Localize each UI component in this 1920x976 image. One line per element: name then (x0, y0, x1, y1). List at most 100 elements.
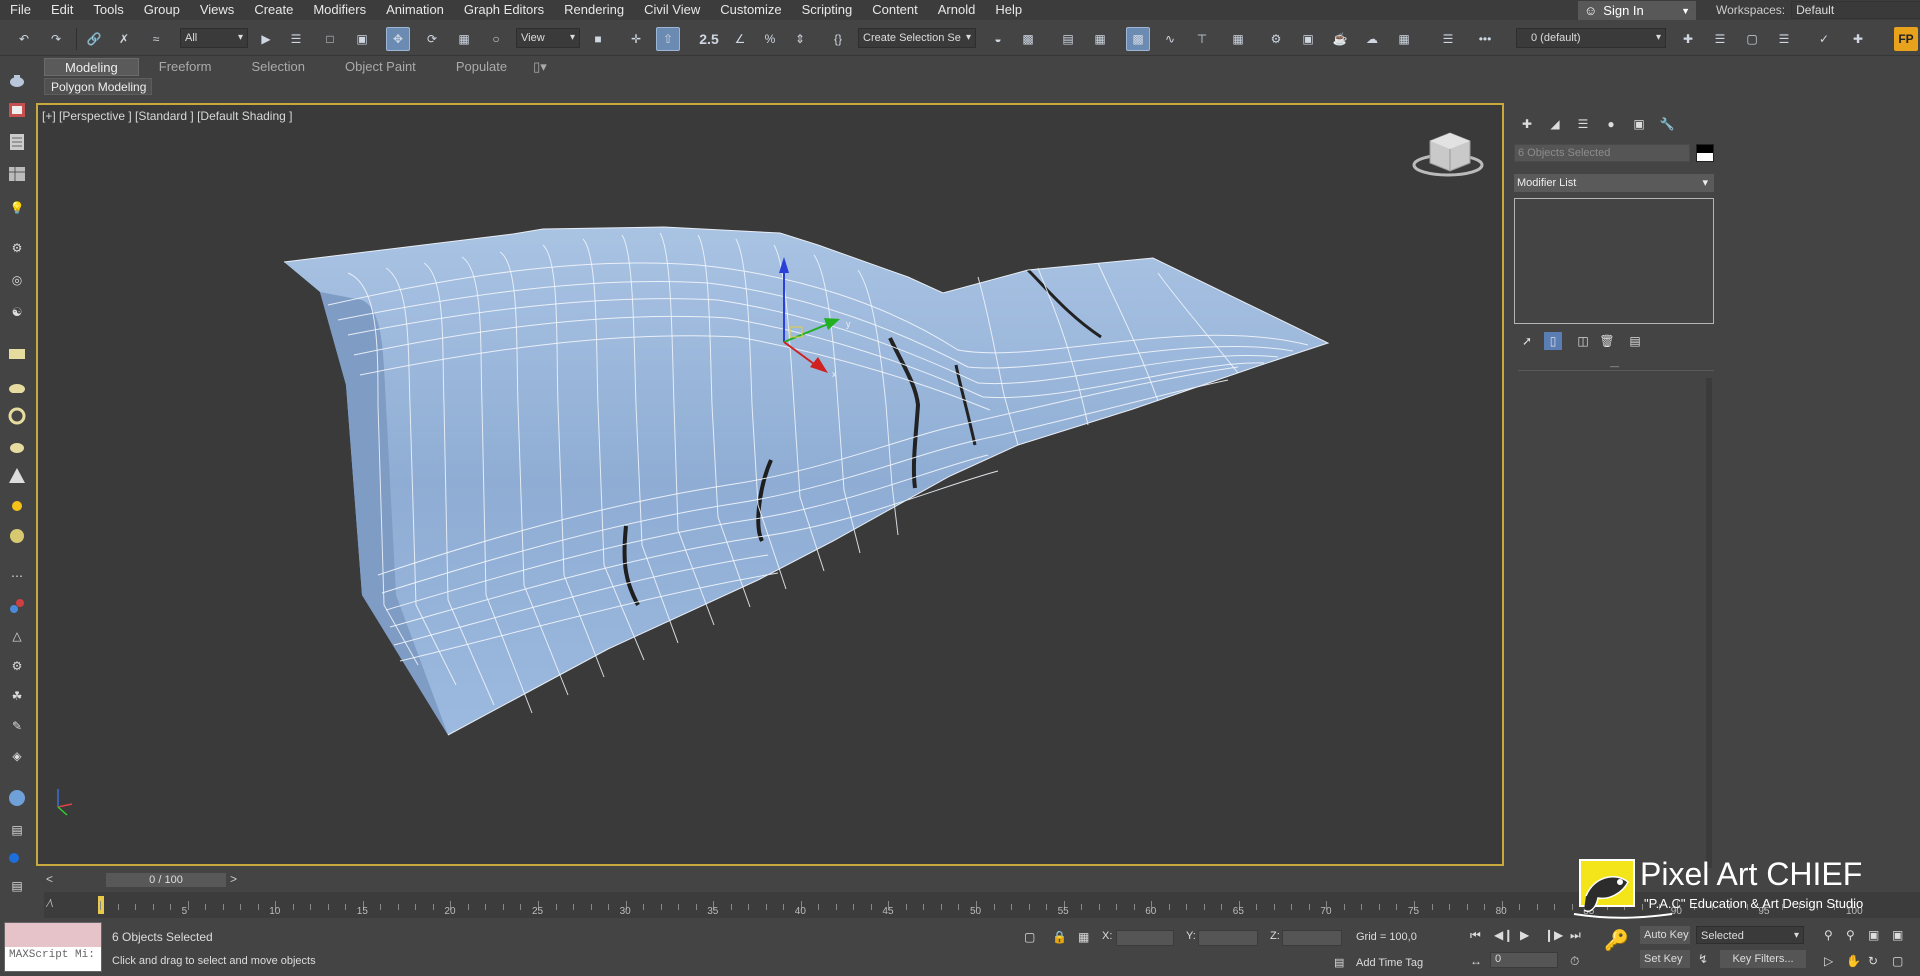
hierarchy-tab-icon[interactable]: ☰ (1572, 113, 1594, 135)
create-tab-icon[interactable]: ✚ (1516, 113, 1538, 135)
render-frame-icon[interactable] (5, 98, 29, 122)
menu-rendering[interactable]: Rendering (554, 0, 634, 20)
menu-scripting[interactable]: Scripting (792, 0, 863, 20)
make-unique-icon[interactable]: ◫ (1574, 332, 1592, 350)
menu-arnold[interactable]: Arnold (928, 0, 986, 20)
torus-icon[interactable] (5, 404, 29, 428)
time-marker[interactable] (98, 896, 104, 914)
keyboard-shortcut-override-icon[interactable]: ⇧ (656, 27, 680, 51)
render-production-icon[interactable]: ☕ (1328, 27, 1352, 51)
current-frame-field[interactable]: 0 (1490, 952, 1558, 968)
select-move-icon[interactable]: ✥ (386, 27, 410, 51)
redo-icon[interactable]: ↷ (44, 27, 68, 51)
menu-animation[interactable]: Animation (376, 0, 454, 20)
remove-modifier-icon[interactable]: 🗑 (1598, 332, 1616, 350)
menu-content[interactable]: Content (862, 0, 928, 20)
menu-views[interactable]: Views (190, 0, 244, 20)
geosphere-icon[interactable] (5, 524, 29, 548)
terrain-mesh[interactable] (283, 226, 1330, 736)
layer-toggles-icon[interactable]: ••• (1466, 27, 1504, 51)
menu-file[interactable]: File (0, 0, 41, 20)
zoom-icon[interactable]: ⚲ (1824, 928, 1833, 942)
motion-tab-icon[interactable]: ● (1600, 113, 1622, 135)
previous-frame-icon[interactable]: ◀❙ (1494, 928, 1513, 942)
export-icon[interactable]: ▤ (5, 818, 29, 842)
zoom-all-icon[interactable]: ⚲ (1846, 928, 1855, 942)
tab-modeling[interactable]: Modeling (44, 58, 139, 76)
time-tag-icon[interactable]: ▤ (1334, 956, 1344, 969)
mesh-icon[interactable]: △ (5, 624, 29, 648)
select-object-icon[interactable]: ▶ (254, 27, 278, 51)
key-mode-toggle-icon[interactable]: ↔ (1470, 954, 1482, 968)
sphere-icon[interactable] (5, 374, 29, 398)
object-name-field[interactable]: 6 Objects Selected (1514, 144, 1690, 162)
lock-selection-icon[interactable]: 🔒 (1052, 930, 1067, 944)
mirror-icon[interactable]: ◒ (986, 27, 1010, 51)
menu-tools[interactable]: Tools (83, 0, 133, 20)
render-setup-icon[interactable]: ⚙ (1264, 27, 1288, 51)
unlink-icon[interactable]: ✗ (112, 27, 136, 51)
material-sphere-icon[interactable] (5, 786, 29, 810)
play-icon[interactable]: ▶ (1520, 928, 1529, 942)
menu-customize[interactable]: Customize (710, 0, 791, 20)
edit-named-selection-icon[interactable]: {} (826, 27, 850, 51)
schematic-view-icon[interactable]: ⊤ (1190, 27, 1214, 51)
toggle-ribbon-icon[interactable]: ▩ (1126, 27, 1150, 51)
grass-icon[interactable]: ☘ (5, 684, 29, 708)
menu-modifiers[interactable]: Modifiers (303, 0, 376, 20)
extra-tools-icon[interactable]: ✚ (1846, 27, 1870, 51)
select-in-layer-icon[interactable]: ▢ (1740, 27, 1764, 51)
box-icon[interactable] (5, 342, 29, 366)
modify-tab-icon[interactable]: ◢ (1544, 113, 1566, 135)
viewport-tools-icon[interactable]: ✓ (1812, 27, 1836, 51)
tab-populate[interactable]: Populate (436, 58, 527, 76)
display-tab-icon[interactable]: ▣ (1628, 113, 1650, 135)
select-by-name-icon[interactable]: ☰ (284, 27, 308, 51)
light-bulb-icon[interactable]: 💡 (5, 196, 29, 220)
snail-icon[interactable]: ◈ (5, 744, 29, 768)
zoom-extents-all-icon[interactable]: ▣ (1892, 928, 1903, 942)
add-time-tag-button[interactable]: Add Time Tag (1356, 957, 1423, 969)
menu-civil-view[interactable]: Civil View (634, 0, 710, 20)
next-frame-icon[interactable]: ❙▶ (1544, 928, 1563, 942)
selection-filter-dropdown[interactable]: All (180, 28, 248, 48)
time-config-icon[interactable]: ⏱ (1570, 954, 1579, 969)
menu-create[interactable]: Create (244, 0, 303, 20)
pivot-center-icon[interactable]: ■ (586, 27, 610, 51)
time-slider-thumb[interactable]: 0 / 100 (106, 873, 226, 887)
undo-icon[interactable]: ↶ (12, 27, 36, 51)
time-prev-icon[interactable]: < (46, 872, 53, 886)
toggle-layer-explorer-icon[interactable]: ▦ (1088, 27, 1112, 51)
tab-selection[interactable]: Selection (232, 58, 325, 76)
table-icon[interactable] (5, 162, 29, 186)
compound-icon[interactable] (5, 594, 29, 618)
window-crossing-icon[interactable]: ▣ (350, 27, 374, 51)
create-layer-icon[interactable]: ✚ (1676, 27, 1700, 51)
select-rotate-icon[interactable]: ⟳ (420, 27, 444, 51)
select-place-icon[interactable]: ○ (484, 27, 508, 51)
add-to-layer-icon[interactable]: ☰ (1708, 27, 1732, 51)
set-key-button[interactable]: Set Key (1640, 950, 1690, 968)
go-to-start-icon[interactable]: ⏮ (1470, 928, 1481, 943)
particles-icon[interactable]: ⋯ (5, 564, 29, 588)
gear-icon[interactable]: ⚙ (5, 654, 29, 678)
maxscript-listener[interactable]: MAXScript Mi: (4, 922, 102, 972)
link-icon[interactable]: 🔗 (82, 27, 106, 51)
pan-icon[interactable]: ✋ (1846, 954, 1861, 968)
timeline-track[interactable]: ∕\ 5 10 15 20 25 30 35 40 45 50 55 60 65 70 75 80 85 90 95… (44, 892, 1920, 918)
layer-manager-icon[interactable]: ☰ (1436, 27, 1460, 51)
menu-graph-editors[interactable]: Graph Editors (454, 0, 554, 20)
sign-in-button[interactable]: ☺ Sign In ▼ (1578, 1, 1696, 20)
configure-modifier-sets-icon[interactable]: ▤ (1626, 332, 1644, 350)
z-coordinate-field[interactable] (1282, 930, 1342, 946)
named-selection-dropdown[interactable]: Create Selection Se (858, 28, 976, 48)
align-icon[interactable]: ▩ (1016, 27, 1040, 51)
teapot-primitive-icon[interactable] (5, 434, 29, 458)
panel-scrollbar[interactable] (1706, 378, 1712, 868)
render-cloud-icon[interactable]: ☁ (1360, 27, 1384, 51)
key-mode-dropdown[interactable]: Selected (1696, 926, 1804, 945)
rendered-frame-window-icon[interactable]: ▣ (1296, 27, 1320, 51)
bind-space-warp-icon[interactable]: ≈ (144, 27, 168, 51)
hair-icon[interactable]: ✎ (5, 714, 29, 738)
mini-curve-editor-icon[interactable]: ∕\ (48, 898, 53, 910)
